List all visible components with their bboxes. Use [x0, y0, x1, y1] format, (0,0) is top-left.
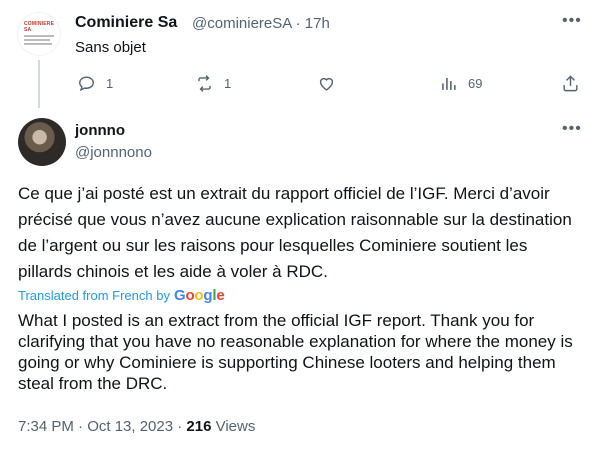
- reply-button[interactable]: 1: [77, 74, 113, 93]
- tweet-text: Sans objet: [75, 39, 146, 56]
- handle-text: @cominiereSA: [192, 15, 292, 32]
- author-name[interactable]: jonnno: [75, 122, 125, 139]
- avatar-logo-text: COMINIERE SA: [24, 21, 55, 33]
- retweet-count: 1: [224, 76, 232, 91]
- avatar[interactable]: [18, 118, 66, 166]
- author-handle[interactable]: @cominiereSA · 17h: [192, 15, 330, 32]
- translation-attribution[interactable]: Translated from French by Google: [18, 287, 225, 304]
- reply-count: 1: [106, 76, 114, 91]
- translated-text: What I posted is an extract from the off…: [18, 311, 573, 393]
- more-options-icon[interactable]: •••: [562, 120, 582, 138]
- retweet-icon: [198, 75, 211, 92]
- retweet-button[interactable]: 1: [195, 74, 231, 93]
- share-button[interactable]: [561, 74, 580, 93]
- tweet-meta: 7:34 PM · Oct 13, 2023 · 216 Views: [18, 418, 255, 435]
- tweet-text: Ce que j’ai posté est un extrait du rapp…: [18, 184, 572, 281]
- views-button[interactable]: 69: [439, 74, 482, 93]
- avatar[interactable]: COMINIERE SA: [17, 12, 61, 56]
- reply-icon: [79, 76, 94, 92]
- share-icon: [563, 75, 578, 92]
- author-handle[interactable]: @jonnnono: [75, 144, 152, 161]
- views-count: 216: [186, 418, 212, 435]
- like-button[interactable]: [317, 74, 346, 93]
- avatar-logo-line: [24, 43, 52, 45]
- translated-label: Translated from French by: [18, 288, 170, 303]
- tweet-time[interactable]: 17h: [305, 15, 330, 32]
- author-name[interactable]: Cominiere Sa: [75, 14, 177, 32]
- views-label: Views: [211, 418, 256, 435]
- views-count: 69: [468, 76, 483, 91]
- google-logo: Google: [173, 287, 225, 304]
- timestamp[interactable]: 7:34 PM · Oct 13, 2023 ·: [18, 418, 186, 435]
- analytics-icon: [442, 77, 456, 90]
- avatar-logo-line: [24, 39, 50, 41]
- thread-line: [38, 60, 40, 108]
- separator: ·: [295, 15, 301, 32]
- more-options-icon[interactable]: •••: [562, 12, 582, 30]
- avatar-logo-line: [24, 35, 54, 37]
- heart-icon: [319, 77, 334, 91]
